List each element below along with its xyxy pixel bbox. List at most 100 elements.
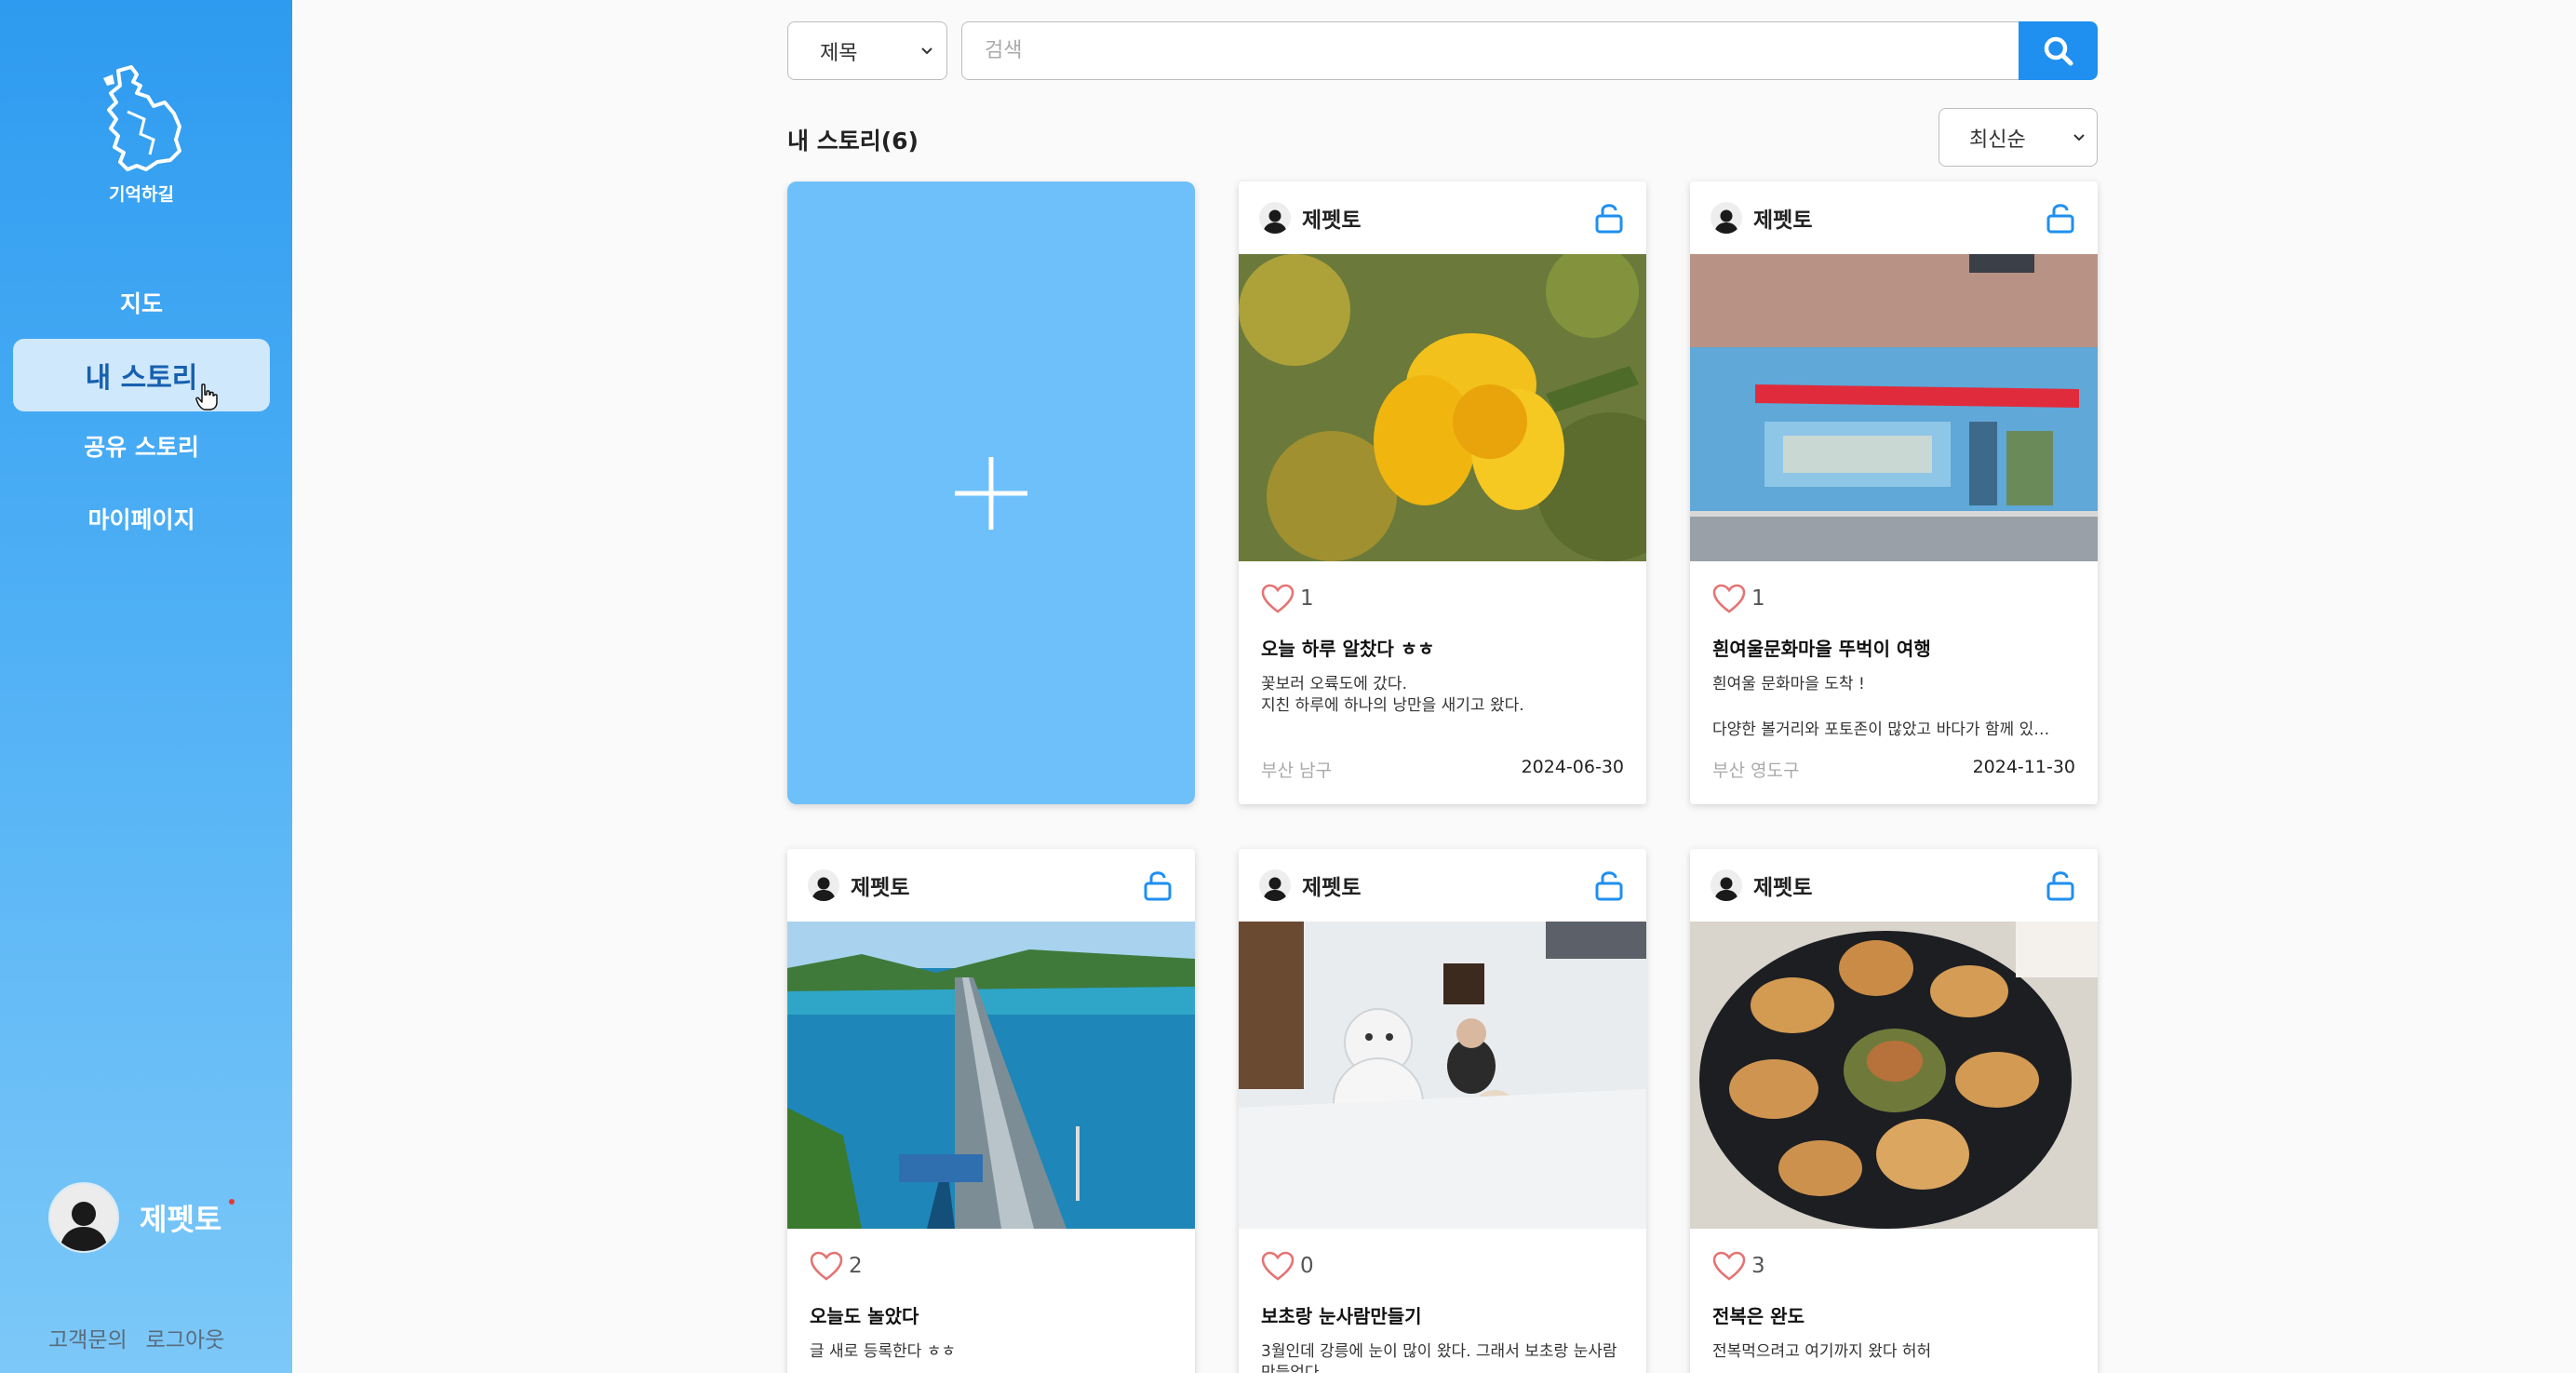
card-title: 보초랑 눈사람만들기 xyxy=(1261,1305,1422,1327)
nav-map[interactable]: 지도 xyxy=(13,266,270,339)
logo-text: 기억하길 xyxy=(109,184,174,205)
like-count[interactable]: 2 xyxy=(810,1251,1173,1281)
user-silhouette-icon xyxy=(1714,877,1738,901)
sidebar: 기억하길 지도 내 스토리 공유 스토리 마이페이지 제펫토 고객문의 로그아웃 xyxy=(0,0,292,1373)
search-button[interactable] xyxy=(2019,21,2098,80)
story-card[interactable]: 제펫토 2 오늘도 놀았다 글 새로 등록한다 ㅎㅎ xyxy=(787,849,1195,1373)
card-header: 제펫토 xyxy=(1239,182,1646,254)
card-date: 2024-11-30 xyxy=(1972,757,2075,777)
story-card[interactable]: 제펫토 1 오늘 하루 알찼다 ㅎㅎ 꽃보러 오륙도에 갔다. 지친 하루에 하… xyxy=(1239,182,1646,804)
card-title: 흰여울문화마을 뚜벅이 여행 xyxy=(1712,638,1931,660)
avatar xyxy=(1259,202,1291,234)
avatar xyxy=(808,869,839,901)
user-silhouette-icon xyxy=(1714,209,1738,234)
card-footer: 부산 영도구 2024-11-30 xyxy=(1712,757,2075,782)
profile-name: 제펫토 xyxy=(140,1202,222,1237)
search-filter-value: 제목 xyxy=(820,41,858,65)
unlock-icon[interactable] xyxy=(1592,868,1626,902)
like-count[interactable]: 0 xyxy=(1261,1251,1624,1281)
heart-icon xyxy=(1261,584,1295,613)
support-link[interactable]: 고객문의 xyxy=(48,1322,127,1353)
card-author: 제펫토 xyxy=(1302,209,1362,233)
like-count[interactable]: 1 xyxy=(1712,584,2075,613)
avatar xyxy=(1711,869,1742,901)
card-author: 제펫토 xyxy=(1753,876,1813,900)
card-author: 제펫토 xyxy=(1753,209,1813,233)
card-body: 0 보초랑 눈사람만들기 3월인데 강릉에 눈이 많이 왔다. 그래서 보초랑 … xyxy=(1239,1229,1646,1373)
story-image xyxy=(1239,922,1646,1229)
card-header: 제펫토 xyxy=(787,849,1195,922)
card-header: 제펫토 xyxy=(1690,849,2098,922)
unlock-icon[interactable] xyxy=(2044,868,2077,902)
avatar xyxy=(48,1182,119,1253)
chevron-down-icon xyxy=(2073,133,2085,141)
avatar xyxy=(1711,202,1742,234)
story-card[interactable]: 제펫토 0 보초랑 눈사람만들기 3월인데 강릉에 눈이 많이 왔다. 그래서 … xyxy=(1239,849,1646,1373)
like-count-value: 3 xyxy=(1751,1254,1765,1278)
unlock-icon[interactable] xyxy=(1141,868,1174,902)
user-silhouette-icon xyxy=(1263,209,1287,234)
user-silhouette-icon xyxy=(60,1202,108,1251)
card-title: 오늘도 놀았다 xyxy=(810,1305,919,1327)
card-date: 2024-06-30 xyxy=(1521,757,1624,777)
card-text: 글 새로 등록한다 ㅎㅎ xyxy=(810,1342,956,1361)
card-location: 부산 영도구 xyxy=(1712,761,1800,781)
card-title: 오늘 하루 알찼다 ㅎㅎ xyxy=(1261,638,1435,660)
story-image xyxy=(1239,254,1646,561)
add-story-button[interactable] xyxy=(787,182,1195,804)
plus-icon xyxy=(955,456,1027,530)
unlock-icon[interactable] xyxy=(1592,201,1626,235)
heart-icon xyxy=(1712,584,1746,613)
like-count-value: 2 xyxy=(849,1254,863,1278)
sidebar-footer: 고객문의 로그아웃 xyxy=(48,1322,224,1353)
notification-dot xyxy=(229,1199,235,1205)
heart-icon xyxy=(1712,1251,1746,1281)
user-profile[interactable]: 제펫토 xyxy=(48,1182,235,1253)
card-text: 3월인데 강릉에 눈이 많이 왔다. 그래서 보초랑 눈사람 만들었다 xyxy=(1261,1342,1617,1373)
card-text: 꽃보러 오륙도에 갔다. 지친 하루에 하나의 낭만을 새기고 왔다. xyxy=(1261,675,1524,715)
nav-my-story[interactable]: 내 스토리 xyxy=(13,339,270,411)
card-text-secondary: 다양한 볼거리와 포토존이 많았고 바다가 함께 있… xyxy=(1712,720,2050,739)
heart-icon xyxy=(1261,1251,1295,1281)
heart-icon xyxy=(810,1251,843,1281)
search-filter-select[interactable]: 제목 xyxy=(787,21,947,80)
card-text: 흰여울 문화마을 도착 ! xyxy=(1712,675,1865,693)
logo[interactable]: 기억하길 xyxy=(93,65,190,210)
card-title: 전복은 완도 xyxy=(1712,1305,1805,1327)
like-count-value: 0 xyxy=(1300,1254,1314,1278)
story-image xyxy=(1690,922,2098,1229)
sort-value: 최신순 xyxy=(1969,128,2026,152)
card-header: 제펫토 xyxy=(1239,849,1646,922)
story-image xyxy=(787,922,1195,1229)
nav-my-page[interactable]: 마이페이지 xyxy=(13,482,270,555)
user-silhouette-icon xyxy=(812,877,836,901)
card-text: 전복먹으려고 여기까지 왔다 허허 xyxy=(1712,1342,1932,1361)
card-header: 제펫토 xyxy=(1690,182,2098,254)
avatar xyxy=(1259,869,1291,901)
user-silhouette-icon xyxy=(1263,877,1287,901)
unlock-icon[interactable] xyxy=(2044,201,2077,235)
card-body: 1 흰여울문화마을 뚜벅이 여행 흰여울 문화마을 도착 ! 다양한 볼거리와 … xyxy=(1690,561,2098,739)
sort-select[interactable]: 최신순 xyxy=(1939,108,2098,167)
card-body: 2 오늘도 놀았다 글 새로 등록한다 ㅎㅎ xyxy=(787,1229,1195,1363)
story-card[interactable]: 제펫토 3 전복은 완도 전복먹으려고 여기까지 왔다 허허 xyxy=(1690,849,2098,1373)
like-count[interactable]: 3 xyxy=(1712,1251,2075,1281)
card-author: 제펫토 xyxy=(851,876,910,900)
search-input[interactable] xyxy=(961,21,2020,80)
like-count-value: 1 xyxy=(1751,586,1765,611)
like-count-value: 1 xyxy=(1300,586,1314,611)
card-body: 1 오늘 하루 알찼다 ㅎㅎ 꽃보러 오륙도에 갔다. 지친 하루에 하나의 낭… xyxy=(1239,561,1646,717)
search-icon xyxy=(2044,36,2073,65)
korea-map-logo-icon xyxy=(103,65,181,171)
story-image xyxy=(1690,254,2098,561)
story-card[interactable]: 제펫토 1 흰여울문화마을 뚜벅이 여행 흰여울 문화마을 도착 ! 다양한 볼… xyxy=(1690,182,2098,804)
card-footer: 부산 남구 2024-06-30 xyxy=(1261,757,1624,782)
logout-link[interactable]: 로그아웃 xyxy=(146,1322,225,1353)
section-title: 내 스토리(6) xyxy=(787,128,919,155)
nav-shared-story[interactable]: 공유 스토리 xyxy=(13,410,270,482)
chevron-down-icon xyxy=(921,47,932,54)
card-author: 제펫토 xyxy=(1302,876,1362,900)
like-count[interactable]: 1 xyxy=(1261,584,1624,613)
card-location: 부산 남구 xyxy=(1261,761,1332,781)
hand-cursor-icon xyxy=(195,384,218,411)
